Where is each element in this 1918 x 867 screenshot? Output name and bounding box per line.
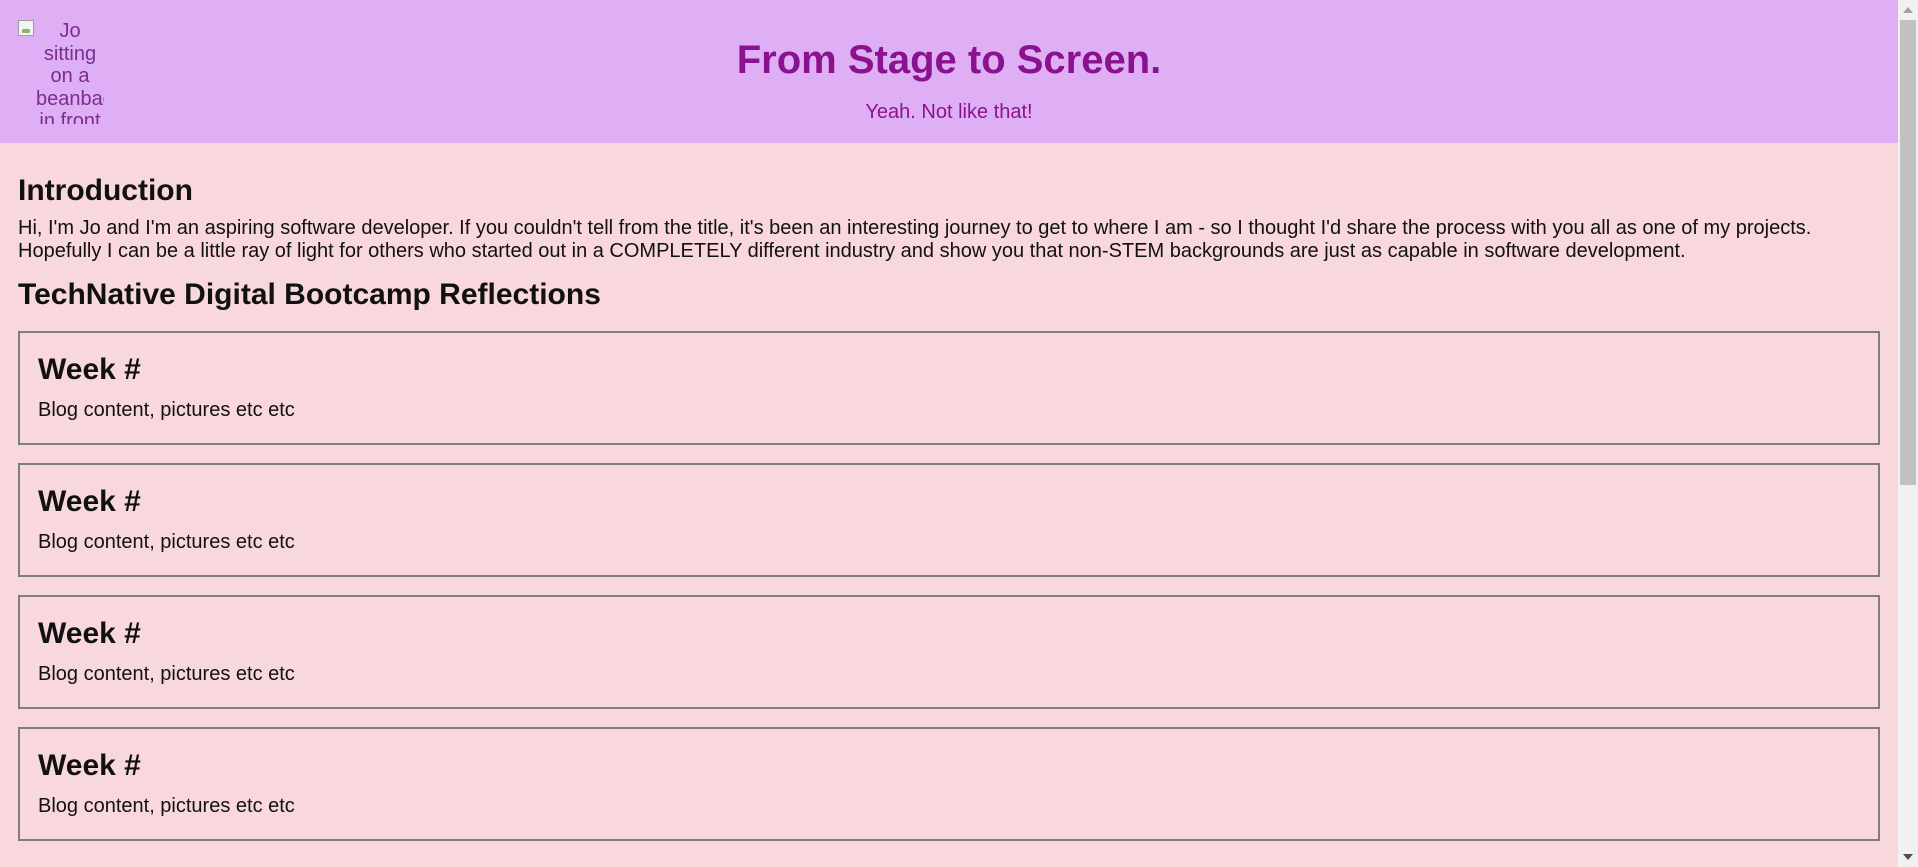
week-title: Week #	[38, 485, 141, 518]
week-title: Week #	[38, 749, 141, 782]
site-header: Jo sitting on a beanbag in front of From…	[0, 0, 1898, 143]
week-body: Blog content, pictures etc etc	[38, 531, 295, 553]
week-body: Blog content, pictures etc etc	[38, 399, 295, 421]
site-title: From Stage to Screen.	[736, 38, 1162, 82]
scrollbar-thumb[interactable]	[1900, 20, 1916, 485]
week-card: Week # Blog content, pictures etc etc	[18, 727, 1880, 841]
week-title: Week #	[38, 617, 141, 650]
site-subtitle: Yeah. Not like that!	[865, 101, 1033, 123]
week-body: Blog content, pictures etc etc	[38, 795, 295, 817]
bootcamp-heading: TechNative Digital Bootcamp Reflections	[18, 278, 601, 311]
intro-heading: Introduction	[18, 174, 193, 207]
broken-image-icon	[18, 20, 34, 36]
week-card: Week # Blog content, pictures etc etc	[18, 331, 1880, 445]
week-card: Week # Blog content, pictures etc etc	[18, 463, 1880, 577]
week-body: Blog content, pictures etc etc	[38, 663, 295, 685]
week-list: Week # Blog content, pictures etc etc We…	[18, 331, 1880, 841]
week-card: Week # Blog content, pictures etc etc	[18, 595, 1880, 709]
week-title: Week #	[38, 353, 141, 386]
scroll-down-arrow-icon[interactable]	[1903, 854, 1913, 860]
page: Jo sitting on a beanbag in front of From…	[0, 0, 1898, 867]
main-content: Introduction Hi, I'm Jo and I'm an aspir…	[0, 143, 1898, 841]
scroll-up-arrow-icon[interactable]	[1903, 7, 1913, 13]
vertical-scrollbar[interactable]	[1898, 0, 1918, 867]
intro-text: Hi, I'm Jo and I'm an aspiring software …	[18, 217, 1812, 262]
